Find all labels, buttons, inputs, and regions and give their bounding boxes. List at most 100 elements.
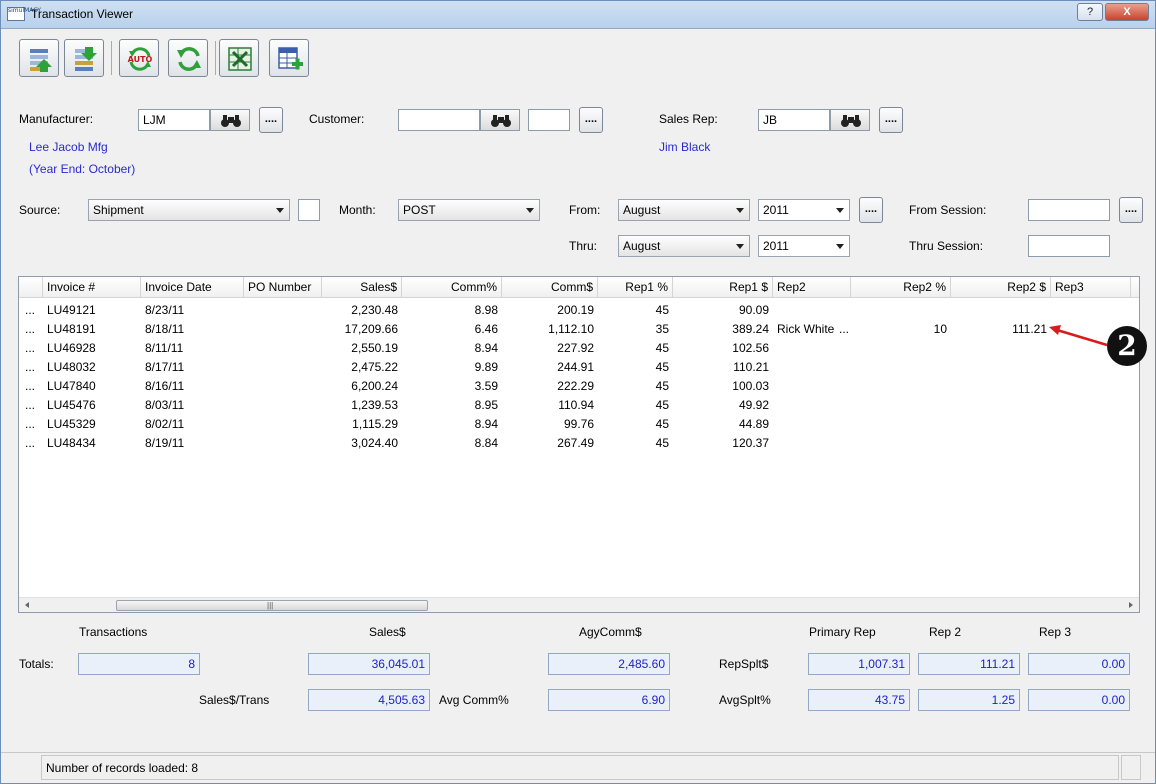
cell-rep2-pct <box>851 358 951 377</box>
cell-rep2-browse[interactable] <box>835 339 851 358</box>
cell-rep2 <box>773 377 843 396</box>
source-select[interactable]: Shipment <box>88 199 290 221</box>
total-transactions-field: 8 <box>78 653 200 675</box>
manufacturer-code-input[interactable]: LJM <box>138 109 210 131</box>
column-header-comm[interactable]: Comm$ <box>502 277 598 298</box>
sales-rep-name: Jim Black <box>659 140 711 154</box>
toolbar-separator <box>111 41 112 75</box>
cell-rep2 <box>773 396 843 415</box>
help-button[interactable]: ? <box>1077 3 1103 21</box>
source-checkbox[interactable] <box>298 199 320 221</box>
refresh-icon <box>177 47 201 71</box>
table-row[interactable]: ... LU45329 8/02/11 1,115.29 8.94 99.76 45 44.8… <box>19 415 1139 434</box>
cell-rep2-amt <box>951 434 1051 453</box>
from-session-browse-button[interactable]: .... <box>1119 197 1143 223</box>
from-year-select[interactable]: 2011 <box>758 199 850 221</box>
row-selector[interactable]: ... <box>25 358 43 377</box>
import-down-button[interactable] <box>64 39 104 77</box>
manufacturer-browse-button[interactable]: .... <box>259 107 283 133</box>
cell-invoice: LU49121 <box>47 303 96 317</box>
export-up-button[interactable] <box>19 39 59 77</box>
thru-session-label: Thru Session: <box>909 239 984 253</box>
sales-rep-code-input[interactable]: JB <box>758 109 830 131</box>
window-title: Transaction Viewer <box>31 7 134 21</box>
app-logo-icon: simulMACY <box>7 7 41 21</box>
close-button[interactable]: X <box>1105 3 1149 21</box>
horizontal-scrollbar[interactable]: ||| <box>19 597 1139 612</box>
auto-refresh-button[interactable]: AUTO <box>119 39 159 77</box>
from-session-label: From Session: <box>909 203 987 217</box>
customer-browse-button[interactable]: .... <box>579 107 603 133</box>
column-header-po-number[interactable]: PO Number <box>244 277 322 298</box>
row-selector[interactable]: ... <box>25 339 43 358</box>
cell-comm-pct: 9.89 <box>474 360 498 374</box>
cell-invoice: LU47840 <box>47 379 96 393</box>
add-grid-button[interactable] <box>269 39 309 77</box>
column-header-rep1-pct[interactable]: Rep1 % <box>598 277 673 298</box>
repsplt-rep3-field: 0.00 <box>1028 653 1130 675</box>
cell-invoice-date: 8/18/11 <box>145 322 185 336</box>
table-row[interactable]: ... LU49121 8/23/11 2,230.48 8.98 200.19 45 90.… <box>19 301 1139 320</box>
thru-year-select[interactable]: 2011 <box>758 235 850 257</box>
customer-sub-input[interactable] <box>528 109 570 131</box>
row-selector[interactable]: ... <box>25 434 43 453</box>
table-row[interactable]: ... LU46928 8/11/11 2,550.19 8.94 227.92 45 102… <box>19 339 1139 358</box>
cell-rep2-browse[interactable] <box>835 301 851 320</box>
row-selector[interactable]: ... <box>25 415 43 434</box>
manufacturer-find-button[interactable] <box>210 109 250 131</box>
column-header-rep2-pct[interactable]: Rep2 % <box>851 277 951 298</box>
column-header-invoice-date[interactable]: Invoice Date <box>141 277 244 298</box>
thru-month-select[interactable]: August <box>618 235 750 257</box>
column-header-rep3[interactable]: Rep3 <box>1051 277 1131 298</box>
refresh-button[interactable] <box>168 39 208 77</box>
column-header-rep2-amt[interactable]: Rep2 $ <box>951 277 1051 298</box>
sales-rep-browse-button[interactable]: .... <box>879 107 903 133</box>
cell-invoice-date: 8/16/11 <box>145 379 185 393</box>
cell-rep2-browse[interactable]: ... <box>835 320 851 339</box>
row-selector[interactable]: ... <box>25 320 43 339</box>
resize-grip-icon[interactable] <box>1121 755 1141 780</box>
thru-session-input[interactable] <box>1028 235 1110 257</box>
customer-find-button[interactable] <box>480 109 520 131</box>
cell-comm: 200.19 <box>557 303 594 317</box>
column-header-rep1[interactable]: Rep1 $ <box>673 277 773 298</box>
sales-rep-find-button[interactable] <box>830 109 870 131</box>
month-label: Month: <box>339 203 376 217</box>
cell-sales: 2,550.19 <box>351 341 398 355</box>
cell-invoice: LU48191 <box>47 322 96 336</box>
import-down-icon <box>75 47 97 71</box>
avg-comm-label: Avg Comm% <box>439 693 509 707</box>
row-selector[interactable]: ... <box>25 396 43 415</box>
excel-export-button[interactable] <box>219 39 259 77</box>
column-header-comm-pct[interactable]: Comm% <box>402 277 502 298</box>
column-header-sales[interactable]: Sales$ <box>322 277 402 298</box>
from-session-input[interactable] <box>1028 199 1110 221</box>
customer-code-input[interactable] <box>398 109 480 131</box>
scrollbar-thumb[interactable]: ||| <box>116 600 428 611</box>
cell-rep2-browse[interactable] <box>835 434 851 453</box>
cell-invoice-date: 8/17/11 <box>145 360 185 374</box>
table-row[interactable]: ... LU48032 8/17/11 2,475.22 9.89 244.91 45 110… <box>19 358 1139 377</box>
column-header-invoice[interactable]: Invoice # <box>43 277 141 298</box>
table-row[interactable]: ... LU47840 8/16/11 6,200.24 3.59 222.29 45 100… <box>19 377 1139 396</box>
add-grid-icon <box>278 47 303 70</box>
avgsplt-rep2-field: 1.25 <box>918 689 1020 711</box>
month-select[interactable]: POST <box>398 199 540 221</box>
cell-rep2-browse[interactable] <box>835 415 851 434</box>
table-row[interactable]: ... LU48434 8/19/11 3,024.40 8.84 267.49 45 120… <box>19 434 1139 453</box>
from-month-select[interactable]: August <box>618 199 750 221</box>
cell-rep2-amt <box>951 377 1051 396</box>
cell-rep2-browse[interactable] <box>835 358 851 377</box>
cell-rep2-browse[interactable] <box>835 377 851 396</box>
table-row[interactable]: ... LU48191 8/18/11 17,209.66 6.46 1,112.10 35… <box>19 320 1139 339</box>
row-selector[interactable]: ... <box>25 301 43 320</box>
table-row[interactable]: ... LU45476 8/03/11 1,239.53 8.95 110.94 45 49.… <box>19 396 1139 415</box>
column-header-rep2[interactable]: Rep2 <box>773 277 851 298</box>
cell-rep2-browse[interactable] <box>835 396 851 415</box>
row-selector[interactable]: ... <box>25 377 43 396</box>
cell-rep1-pct: 45 <box>655 303 669 317</box>
scroll-left-icon[interactable] <box>25 602 29 608</box>
scroll-right-icon[interactable] <box>1129 602 1133 608</box>
from-browse-button[interactable]: .... <box>859 197 883 223</box>
cell-rep1: 90.09 <box>738 303 769 317</box>
